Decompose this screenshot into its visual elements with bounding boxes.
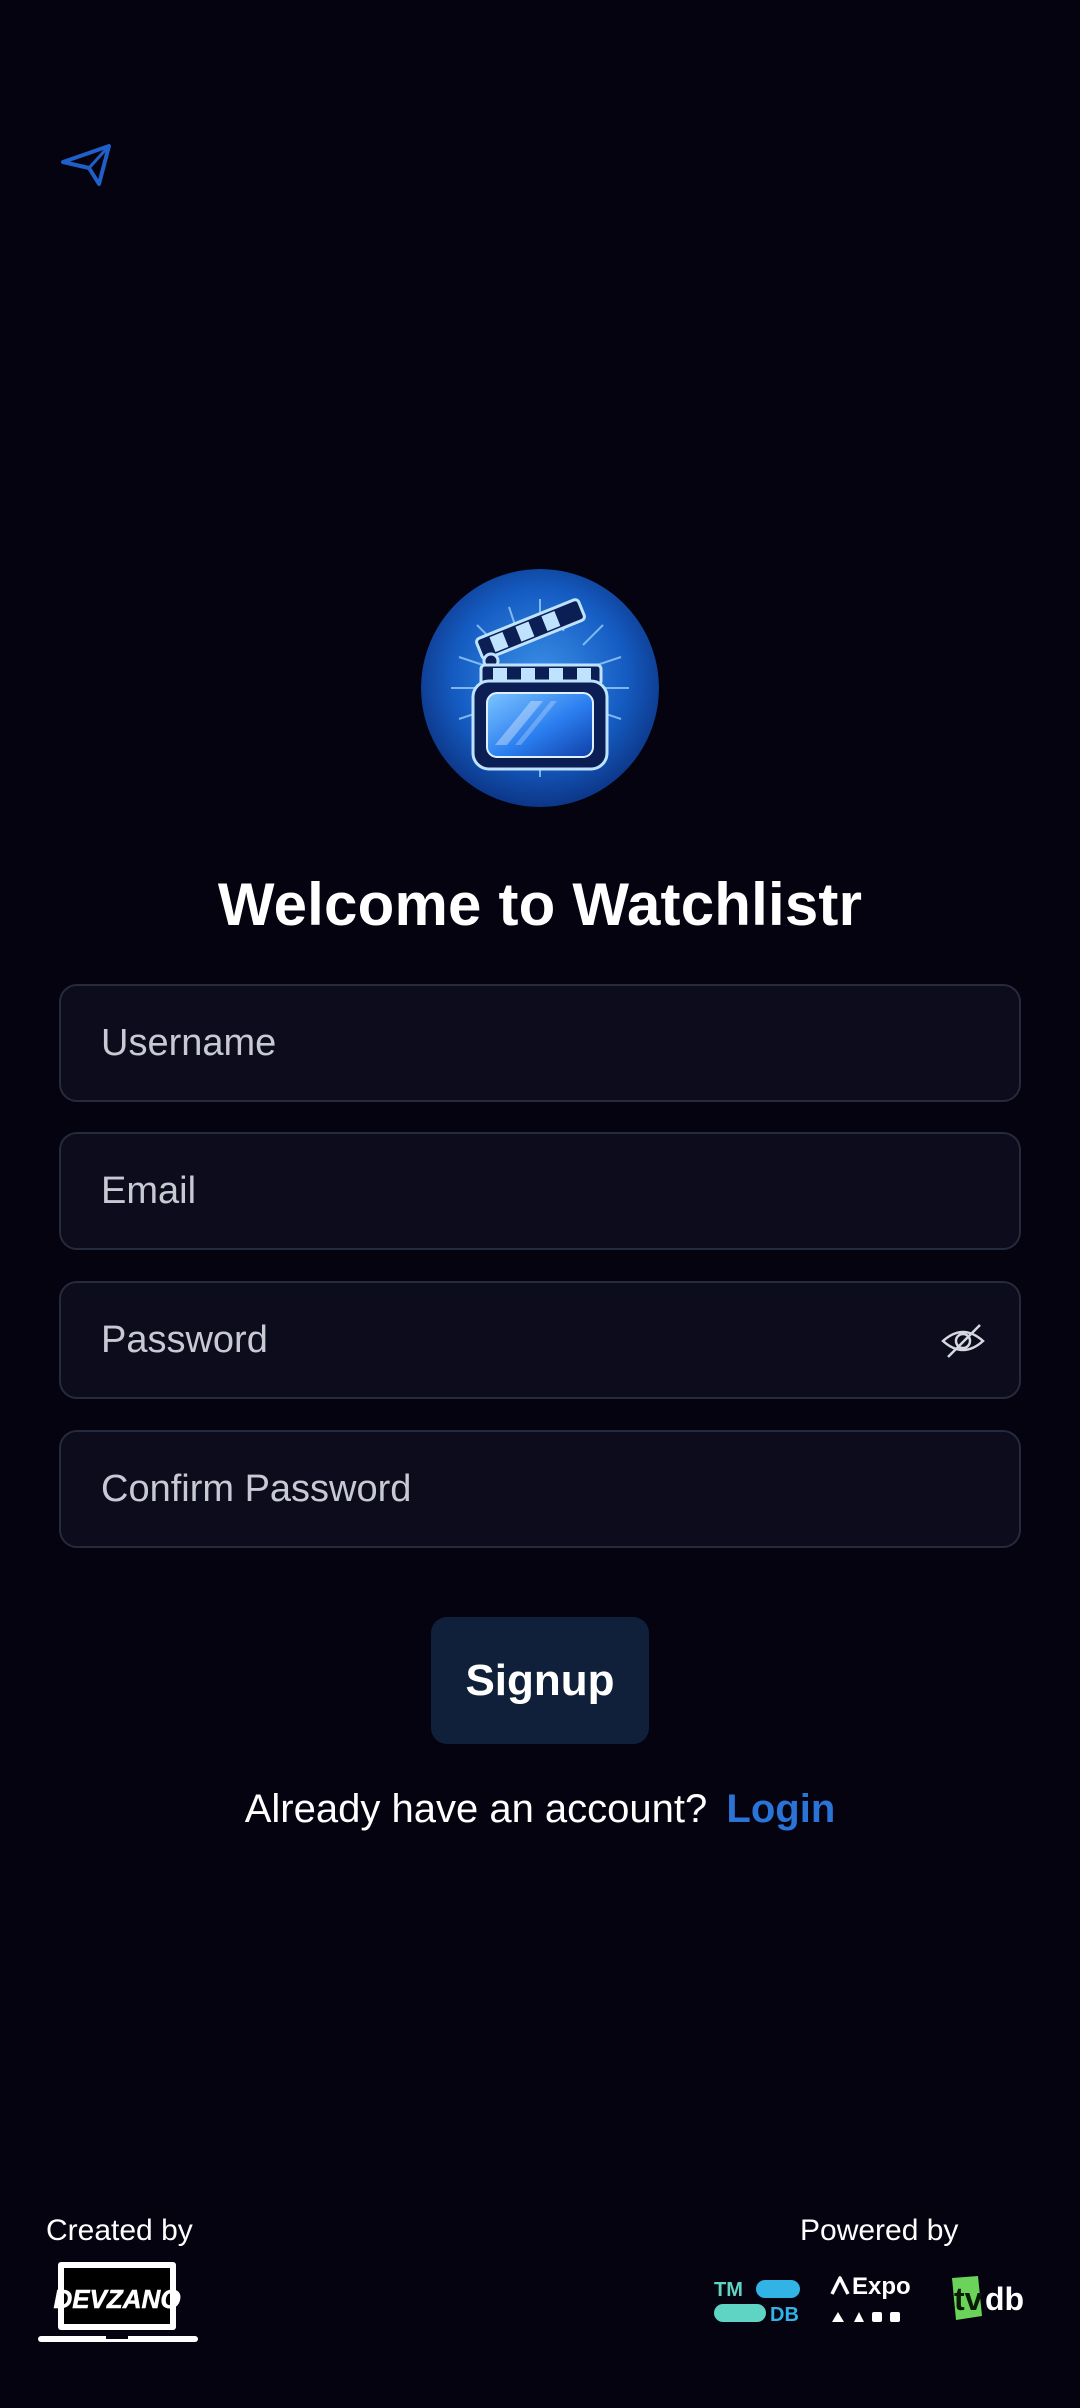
email-field[interactable] <box>59 1132 1021 1250</box>
tmdb-logo[interactable]: TM DB <box>714 2279 800 2326</box>
film-clapperboard-icon <box>421 569 659 807</box>
signup-button[interactable]: Signup <box>431 1617 649 1744</box>
password-input[interactable] <box>61 1283 1019 1397</box>
password-visibility-toggle[interactable] <box>935 1313 991 1369</box>
partner-logos: TM DB Expo tv db <box>712 2270 1042 2340</box>
eye-slash-icon <box>941 1324 985 1358</box>
confirm-password-input[interactable] <box>61 1432 1019 1546</box>
tmdb-logo-text-top: TM <box>714 2279 743 2301</box>
login-prompt-text: Already have an account? <box>244 1787 708 1831</box>
expo-logo[interactable]: Expo <box>830 2273 911 2322</box>
password-field[interactable] <box>59 1281 1021 1399</box>
login-prompt: Already have an account? Login <box>0 1787 1080 1832</box>
creator-logo-text: DEVZANO <box>53 2284 180 2314</box>
paper-plane-back-icon <box>61 144 111 186</box>
page-title: Welcome to Watchlistr <box>217 871 863 938</box>
tmdb-logo-text-bottom: DB <box>770 2304 799 2326</box>
login-link[interactable]: Login <box>726 1787 835 1831</box>
username-input[interactable] <box>61 986 1019 1100</box>
tvdb-logo-text-db: db <box>985 2281 1024 2317</box>
confirm-password-field[interactable] <box>59 1430 1021 1548</box>
created-by-label: Created by <box>46 2214 193 2247</box>
email-input[interactable] <box>61 1134 1019 1248</box>
tvdb-logo[interactable]: tv db <box>952 2276 1024 2320</box>
laptop-logo-icon: DEVZANO <box>38 2262 198 2342</box>
tvdb-logo-text-tv: tv <box>954 2281 983 2317</box>
expo-logo-text: Expo <box>852 2273 911 2300</box>
back-button[interactable] <box>55 135 115 195</box>
powered-by-label: Powered by <box>800 2214 959 2247</box>
username-field[interactable] <box>59 984 1021 1102</box>
app-logo <box>421 569 659 807</box>
creator-logo[interactable]: DEVZANO <box>38 2260 198 2350</box>
